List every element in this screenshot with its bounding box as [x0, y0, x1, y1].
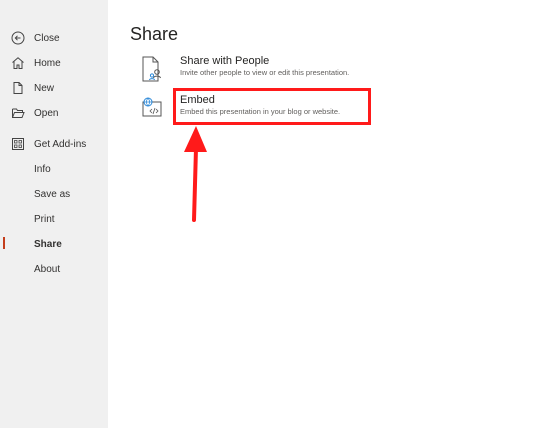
sidebar-item-label: Get Add-ins: [34, 138, 87, 150]
sidebar-item-print[interactable]: Print: [0, 208, 108, 230]
sidebar-item-label: Info: [34, 163, 51, 175]
sidebar-item-open[interactable]: Open: [0, 102, 108, 124]
sidebar-item-home[interactable]: Home: [0, 52, 108, 74]
sidebar-item-info[interactable]: Info: [0, 158, 108, 180]
sidebar-item-label: Open: [34, 107, 59, 119]
folder-open-icon: [10, 105, 26, 121]
sidebar-item-label: Share: [34, 238, 62, 250]
sidebar-item-new[interactable]: New: [0, 77, 108, 99]
backstage-sidebar: Close Home New Open Get Add-ins Info Sav…: [0, 0, 108, 428]
home-icon: [10, 55, 26, 71]
share-people-document-icon: [140, 55, 164, 83]
new-document-icon: [10, 80, 26, 96]
page-title: Share: [130, 24, 179, 44]
add-ins-grid-icon: [10, 136, 26, 152]
sidebar-item-label: New: [34, 82, 55, 94]
sidebar-item-label: About: [34, 263, 61, 275]
share-pane: Share Share with People Invite other peo…: [108, 0, 547, 428]
sidebar-item-share[interactable]: Share: [0, 233, 108, 255]
sidebar-item-label: Save as: [34, 188, 71, 200]
sidebar-item-close[interactable]: Close: [0, 27, 108, 49]
option-description: Invite other people to view or edit this…: [180, 68, 350, 77]
sidebar-item-label: Close: [34, 32, 60, 44]
sidebar-item-about[interactable]: About: [0, 258, 108, 280]
sidebar-item-get-add-ins[interactable]: Get Add-ins: [0, 133, 108, 155]
option-title: Share with People: [180, 55, 270, 67]
sidebar-item-label: Print: [34, 213, 55, 225]
sidebar-item-save-as[interactable]: Save as: [0, 183, 108, 205]
back-circle-icon: [10, 30, 26, 46]
embed-globe-icon: [140, 94, 164, 122]
share-with-people-option[interactable]: Share with People Invite other people to…: [140, 55, 440, 85]
sidebar-item-label: Home: [34, 57, 61, 69]
annotation-highlight-box: [173, 88, 371, 125]
